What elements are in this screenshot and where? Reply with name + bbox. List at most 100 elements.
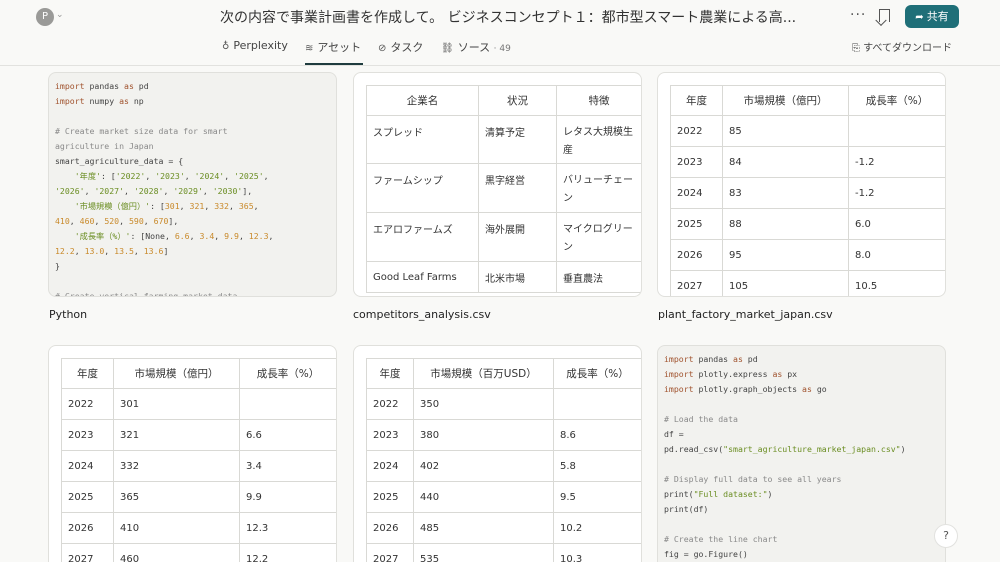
more-options-button[interactable]: ··· — [850, 7, 866, 23]
table-cell: 12.2 — [239, 543, 336, 562]
table-cell: ファームシップ — [366, 163, 479, 213]
usd-market-table: 年度 市場規模（百万USD） 成長率（%） 2022 350 2023 380 8.6 2… — [366, 358, 641, 562]
table-cell: 105 — [722, 270, 849, 296]
plant-factory-table: 年度 市場規模（億円） 成長率（%） 2022 85 2023 84 -1.2 2024 8… — [670, 85, 945, 296]
table-cell: Good Leaf Farms — [366, 261, 479, 293]
tab-label: アセット — [317, 41, 362, 54]
code-card-plotly[interactable]: import pandas as pd import plotly.expres… — [657, 345, 946, 562]
table-cell: 95 — [722, 239, 849, 271]
table-row: 2023 380 8.6 — [366, 419, 641, 451]
table-row: 2022 85 — [670, 115, 945, 147]
table-cell: 301 — [113, 388, 240, 420]
table-row: 2027 105 10.5 — [670, 270, 945, 296]
table-cell: 350 — [413, 388, 554, 420]
card-label-competitors: competitors_analysis.csv — [353, 308, 491, 321]
table-cell: 332 — [113, 450, 240, 482]
table-cell: 2027 — [61, 543, 114, 562]
download-all-button[interactable]: ⎘ すべてダウンロード — [852, 39, 952, 54]
column-header: 成長率（%） — [848, 85, 945, 116]
table-cell — [848, 115, 945, 147]
tab-label: ソース — [457, 41, 491, 54]
table-cell: 2027 — [670, 270, 723, 296]
table-cell: 10.5 — [848, 270, 945, 296]
table-row: 2027 460 12.2 — [61, 543, 336, 562]
csv-card-plant-factory[interactable]: 年度 市場規模（億円） 成長率（%） 2022 85 2023 84 -1.2 2024 8… — [657, 72, 946, 297]
table-cell: 365 — [113, 481, 240, 513]
code-block: import pandas as pd import plotly.expres… — [664, 354, 906, 559]
column-header: 年度 — [366, 358, 414, 389]
tab-perplexity[interactable]: ♁ Perplexity — [222, 39, 288, 65]
table-cell: 8.6 — [553, 419, 641, 451]
column-header: 企業名 — [366, 85, 479, 116]
table-cell: 485 — [413, 512, 554, 544]
table-row: 2023 321 6.6 — [61, 419, 336, 451]
table-cell: 8.0 — [848, 239, 945, 271]
bookmark-icon[interactable] — [879, 9, 890, 22]
table-row: 2026 485 10.2 — [366, 512, 641, 544]
table-row: 2024 402 5.8 — [366, 450, 641, 482]
avatar[interactable]: P — [36, 8, 54, 26]
table-cell: 6.6 — [239, 419, 336, 451]
table-cell: 2023 — [366, 419, 414, 451]
chevron-down-icon[interactable]: ⌄ — [56, 10, 64, 20]
lightbulb-icon: ♁ — [222, 41, 230, 52]
table-cell: 2025 — [366, 481, 414, 513]
column-header: 市場規模（億円） — [722, 85, 849, 116]
table-row: エアロファームズ 海外展開 マイクログリーン — [366, 212, 641, 262]
tab-assets[interactable]: ≋ アセット — [305, 39, 363, 65]
table-cell: 12.3 — [239, 512, 336, 544]
table-cell: バリューチェーン — [556, 163, 641, 213]
help-button[interactable]: ? — [934, 524, 958, 548]
table-row: 2024 332 3.4 — [61, 450, 336, 482]
csv-card-smart-agriculture[interactable]: 年度 市場規模（億円） 成長率（%） 2022 301 2023 321 6.6 2024… — [48, 345, 337, 562]
table-cell: -1.2 — [848, 146, 945, 178]
table-row: 2025 365 9.9 — [61, 481, 336, 513]
column-header: 状況 — [478, 85, 557, 116]
card-label-plant-factory: plant_factory_market_japan.csv — [658, 308, 833, 321]
table-cell: 2024 — [366, 450, 414, 482]
share-button[interactable]: ➦ 共有 — [905, 5, 959, 28]
tab-tasks[interactable]: ⊘ タスク — [378, 39, 423, 65]
table-cell: 84 — [722, 146, 849, 178]
table-cell: 2022 — [61, 388, 114, 420]
table-cell: 10.3 — [553, 543, 641, 562]
table-cell: 85 — [722, 115, 849, 147]
check-circle-icon: ⊘ — [378, 43, 387, 54]
table-cell: 440 — [413, 481, 554, 513]
code-card-python[interactable]: import pandas as pd import numpy as np #… — [48, 72, 337, 297]
table-cell: 2026 — [61, 512, 114, 544]
table-cell: 2026 — [670, 239, 723, 271]
download-all-label: すべてダウンロード — [863, 43, 952, 54]
table-cell — [553, 388, 641, 420]
table-cell: 2024 — [670, 177, 723, 209]
app-window: P ⌄ 次の内容で事業計画書を作成して。 ビジネスコンセプト１：都市型スマート農… — [0, 0, 1000, 562]
column-header: 特徴 — [556, 85, 641, 116]
table-cell — [239, 388, 336, 420]
table-cell: 2022 — [366, 388, 414, 420]
csv-card-competitors[interactable]: 企業名 状況 特徴 スプレッド 清算予定 レタス大規模生産 ファームシップ 黒字… — [353, 72, 642, 297]
code-block: import pandas as pd import numpy as np #… — [55, 81, 274, 297]
table-cell: 402 — [413, 450, 554, 482]
tab-sources[interactable]: ⛓ ソース · 49 — [441, 39, 511, 65]
table-cell: 垂直農法 — [556, 261, 641, 293]
column-header: 年度 — [61, 358, 114, 389]
table-cell: 380 — [413, 419, 554, 451]
table-cell: 410 — [113, 512, 240, 544]
csv-card-usd-market[interactable]: 年度 市場規模（百万USD） 成長率（%） 2022 350 2023 380 8.6 2… — [353, 345, 642, 562]
layers-icon: ≋ — [305, 43, 314, 54]
column-header: 市場規模（億円） — [113, 358, 240, 389]
page-title: 次の内容で事業計画書を作成して。 ビジネスコンセプト１：都市型スマート農業による… — [220, 10, 797, 26]
table-row: 2023 84 -1.2 — [670, 146, 945, 178]
table-cell: 2026 — [366, 512, 414, 544]
table-cell: 清算予定 — [478, 115, 557, 164]
table-cell: 88 — [722, 208, 849, 240]
table-cell: スプレッド — [366, 115, 479, 164]
table-row: スプレッド 清算予定 レタス大規模生産 — [366, 115, 641, 164]
table-row: 2022 301 — [61, 388, 336, 420]
share-label: 共有 — [926, 10, 949, 23]
table-cell: 321 — [113, 419, 240, 451]
table-row: 2027 535 10.3 — [366, 543, 641, 562]
table-row: 2025 88 6.0 — [670, 208, 945, 240]
tab-label: タスク — [390, 41, 424, 54]
table-cell: 6.0 — [848, 208, 945, 240]
